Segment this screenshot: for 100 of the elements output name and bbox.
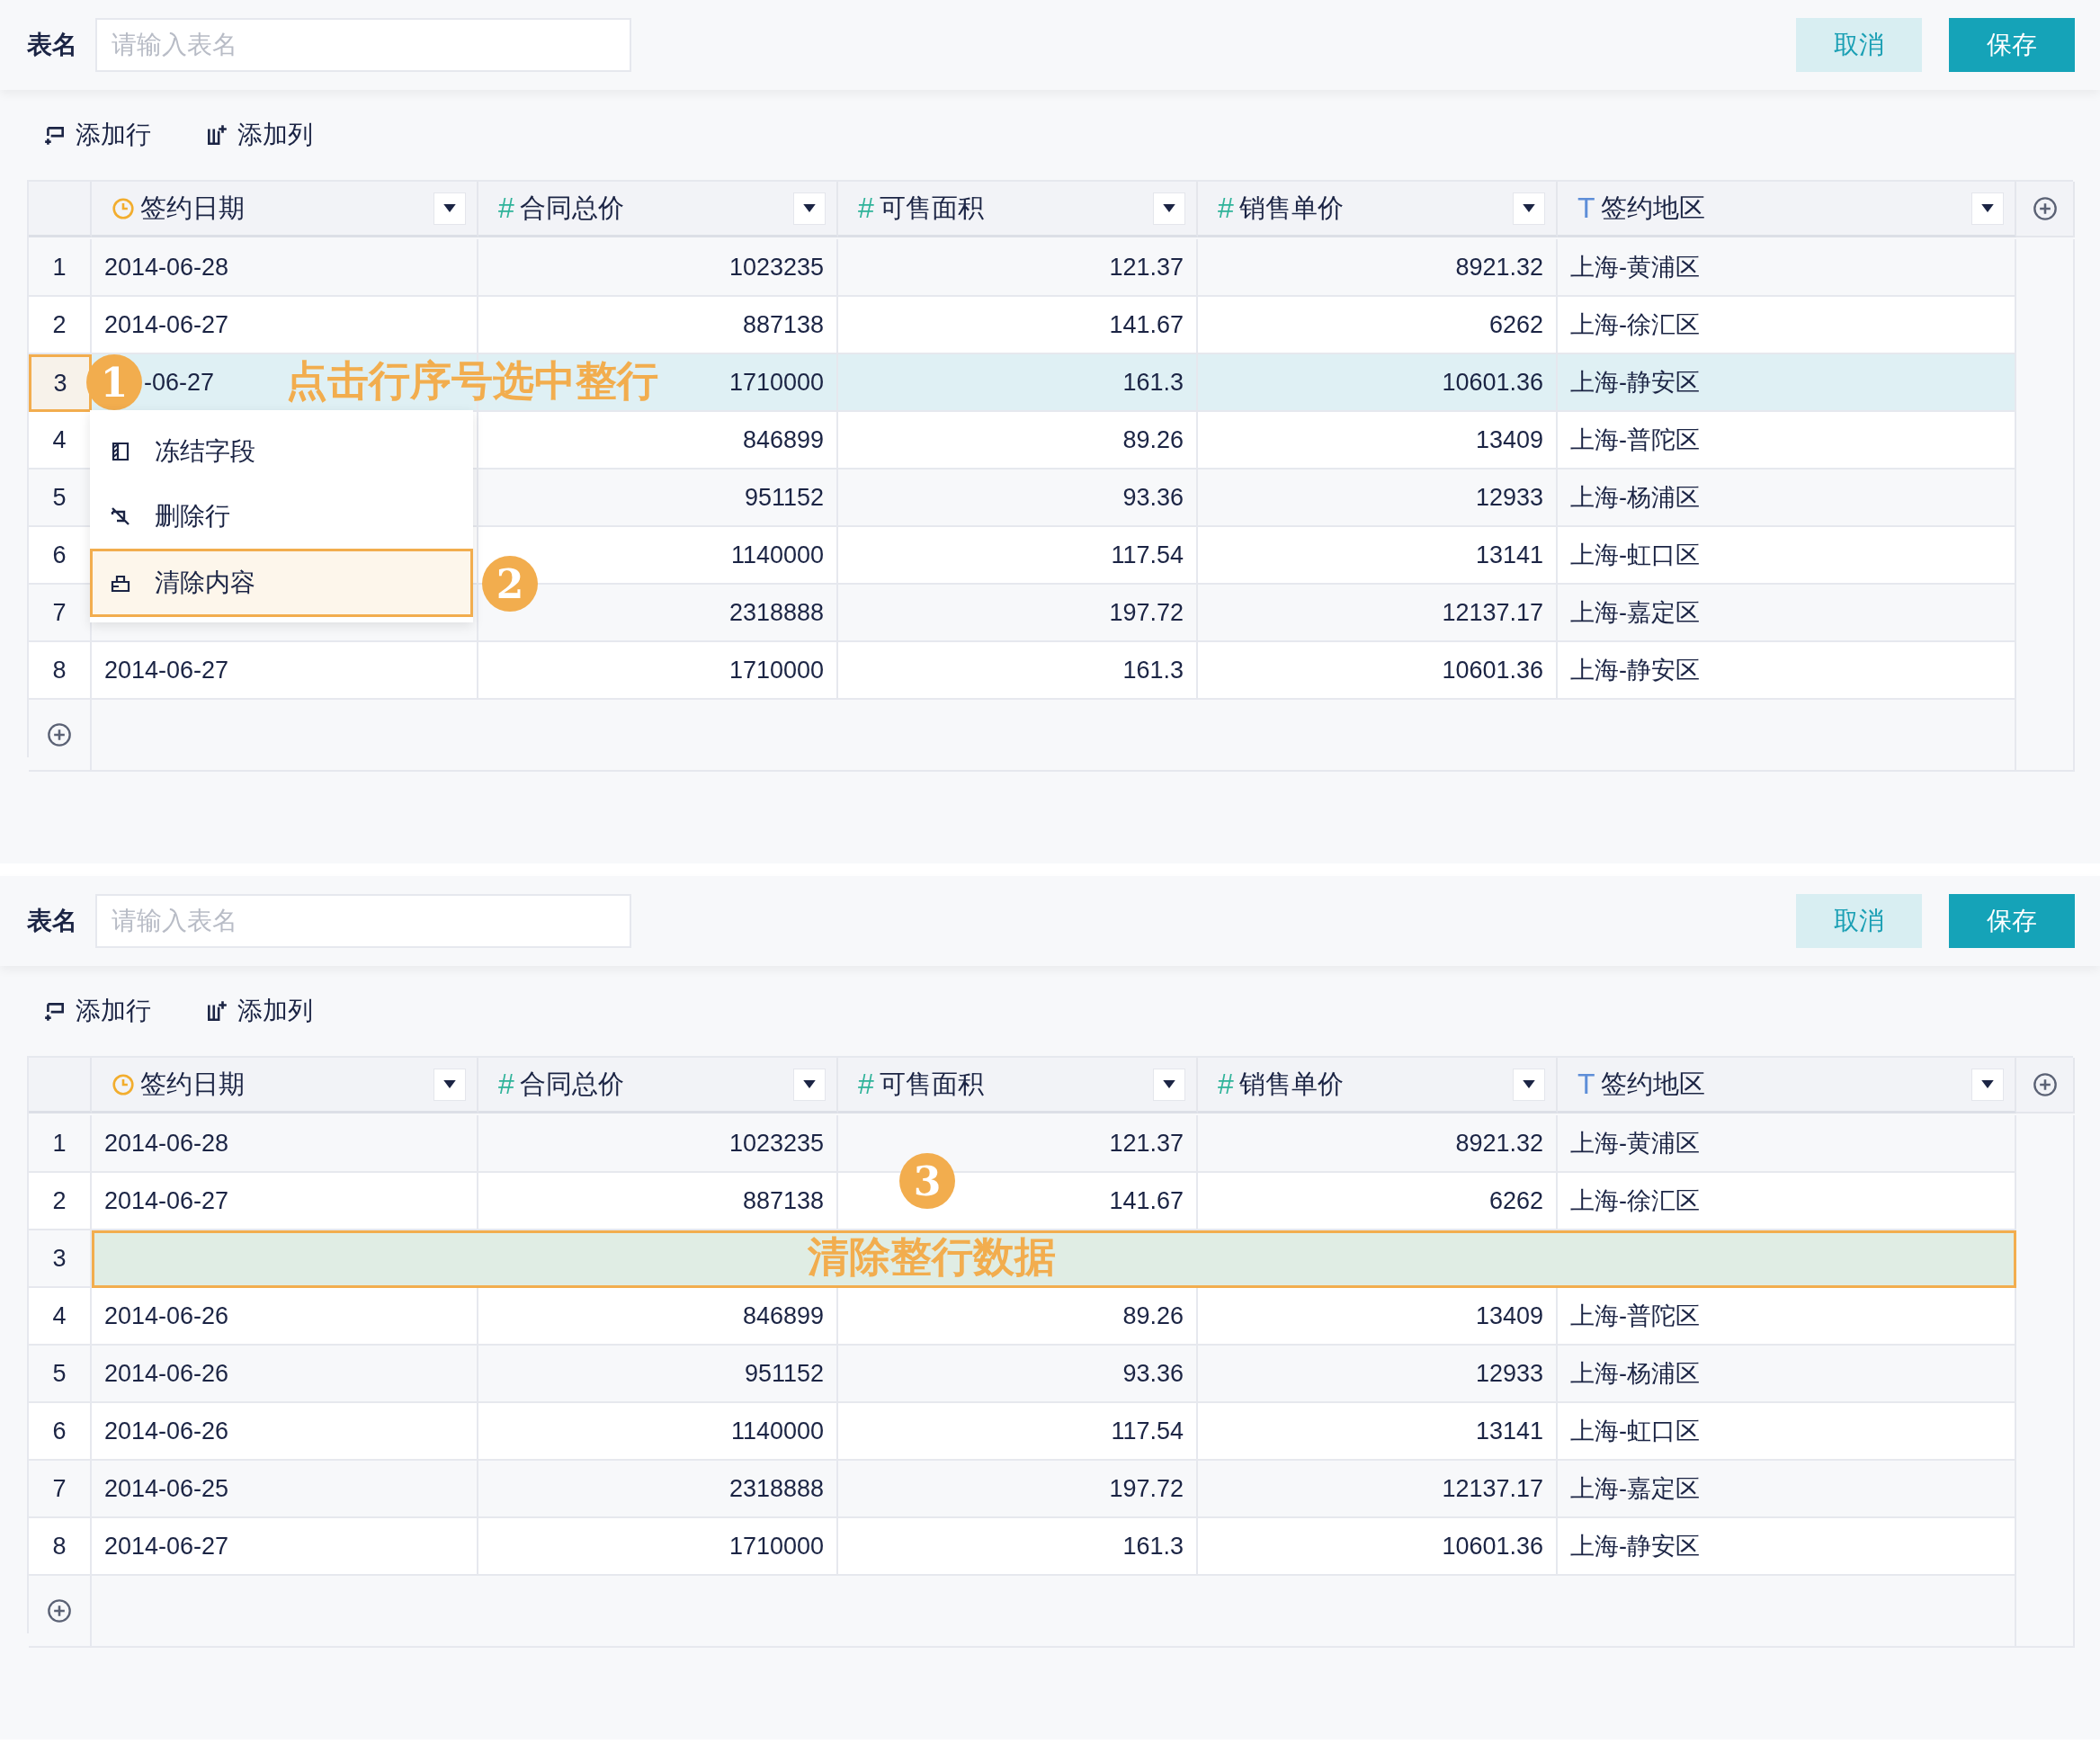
column-header[interactable]: # 销售单价 xyxy=(1198,182,1558,237)
table-cell: 1023235 xyxy=(478,1115,838,1173)
dropdown-button[interactable] xyxy=(1513,1068,1545,1101)
table-cell: 13141 xyxy=(1198,527,1558,585)
table-cell: 2014-06-26 xyxy=(92,1288,478,1346)
row-number[interactable]: 1 xyxy=(29,1115,92,1173)
table-cell: 161.3 xyxy=(838,354,1198,412)
row-number[interactable]: 2 xyxy=(29,1173,92,1230)
column-header[interactable]: T 签约地区 xyxy=(1558,182,2016,237)
plus-circle-icon xyxy=(2032,1072,2058,1097)
table-cell: 2014-06-27 xyxy=(92,1518,478,1576)
table-cell: 887138 xyxy=(478,297,838,354)
column-header[interactable]: # 合同总价 xyxy=(478,182,838,237)
table-cell: 上海-普陀区 xyxy=(1558,1288,2016,1346)
column-header[interactable]: # 可售面积 xyxy=(838,1058,1198,1113)
table-cell: 13409 xyxy=(1198,412,1558,470)
row-number[interactable]: 3 xyxy=(29,1230,92,1288)
type-icon: # xyxy=(1218,192,1234,225)
table-cell: 上海-普陀区 xyxy=(1558,412,2016,470)
type-icon: # xyxy=(1218,1068,1234,1101)
table-cell: 2014-06-26 xyxy=(92,1403,478,1461)
caret-icon xyxy=(1523,204,1535,212)
table-name-field[interactable]: 请输入表名 xyxy=(95,894,631,948)
row-number[interactable]: 8 xyxy=(29,642,92,700)
add-row-button[interactable]: 添加行 xyxy=(43,994,151,1028)
dropdown-button[interactable] xyxy=(1971,1068,2004,1101)
table-cell: 887138 xyxy=(478,1173,838,1230)
row-number[interactable]: 3 xyxy=(29,354,92,412)
column-title: 合同总价 xyxy=(519,1068,625,1100)
table-cell: 12933 xyxy=(1198,1346,1558,1403)
menu-item[interactable]: 清除内容 xyxy=(90,549,473,617)
column-header[interactable]: # 销售单价 xyxy=(1198,1058,1558,1113)
caret-icon xyxy=(1163,204,1175,212)
table-cell: 上海-静安区 xyxy=(1558,1518,2016,1576)
column-title: 签约日期 xyxy=(140,192,246,224)
caret-icon xyxy=(1981,204,1994,212)
column-header[interactable]: T 签约地区 xyxy=(1558,1058,2016,1113)
table-name-label: 表名 xyxy=(27,906,77,936)
row-number[interactable]: 2 xyxy=(29,297,92,354)
add-column-button[interactable]: 添加列 xyxy=(205,994,313,1028)
table-cell: 117.54 xyxy=(838,527,1198,585)
row-number[interactable]: 6 xyxy=(29,527,92,585)
table-cell: 上海-徐汇区 xyxy=(1558,1173,2016,1230)
table-cell: 上海-嘉定区 xyxy=(1558,585,2016,642)
type-icon: # xyxy=(498,1068,514,1101)
column-header[interactable]: # 合同总价 xyxy=(478,1058,838,1113)
dropdown-button[interactable] xyxy=(433,192,466,225)
plus-circle-icon xyxy=(2032,196,2058,221)
table-cell: 89.26 xyxy=(838,412,1198,470)
table-cell: 2014-06-25 xyxy=(92,1461,478,1518)
table-name-field[interactable]: 请输入表名 xyxy=(95,18,631,72)
menu-item[interactable]: 删除行 xyxy=(90,484,473,549)
column-header[interactable]: 签约日期 xyxy=(92,1058,478,1113)
dropdown-button[interactable] xyxy=(793,192,826,225)
table-cell: 2014-06-27 xyxy=(92,642,478,700)
row-number[interactable]: 5 xyxy=(29,1346,92,1403)
table-cell: 10601.36 xyxy=(1198,642,1558,700)
table-cell: 197.72 xyxy=(838,1461,1198,1518)
add-column-button[interactable] xyxy=(2016,1058,2075,1113)
table-cell: 上海-虹口区 xyxy=(1558,1403,2016,1461)
table-cell: 上海-静安区 xyxy=(1558,642,2016,700)
dropdown-button[interactable] xyxy=(1971,192,2004,225)
row-number[interactable]: 6 xyxy=(29,1403,92,1461)
row-number[interactable]: 7 xyxy=(29,1461,92,1518)
clock-icon xyxy=(112,1072,135,1096)
caret-icon xyxy=(1981,1080,1994,1088)
caret-icon xyxy=(1523,1080,1535,1088)
table-cell: 上海-虹口区 xyxy=(1558,527,2016,585)
type-icon: # xyxy=(498,192,514,225)
row-number[interactable]: 4 xyxy=(29,1288,92,1346)
table-cell: 93.36 xyxy=(838,470,1198,527)
column-title: 合同总价 xyxy=(519,192,625,224)
column-title: 可售面积 xyxy=(879,1068,985,1100)
table-cell: 2014-06-27 xyxy=(92,297,478,354)
add-column-button[interactable] xyxy=(2016,182,2075,237)
menu-item[interactable]: 冻结字段 xyxy=(90,419,473,484)
add-row-button[interactable]: 添加行 xyxy=(43,118,151,152)
row-number[interactable]: 1 xyxy=(29,239,92,297)
table-cell: 6262 xyxy=(1198,297,1558,354)
row-number[interactable]: 8 xyxy=(29,1518,92,1576)
dropdown-button[interactable] xyxy=(793,1068,826,1101)
dropdown-button[interactable] xyxy=(1513,192,1545,225)
dropdown-button[interactable] xyxy=(1153,1068,1185,1101)
row-number[interactable]: 4 xyxy=(29,412,92,470)
table-cell: 2318888 xyxy=(478,1461,838,1518)
table-cell: 上海-黄浦区 xyxy=(1558,1115,2016,1173)
clock-icon xyxy=(112,196,135,220)
table-cell: 951152 xyxy=(478,1346,838,1403)
column-header[interactable]: # 可售面积 xyxy=(838,182,1198,237)
annotation-text: 点击行序号选中整行 xyxy=(286,356,658,406)
column-header[interactable]: 签约日期 xyxy=(92,182,478,237)
add-column-button[interactable]: 添加列 xyxy=(205,118,313,152)
step-marker: 1 xyxy=(86,354,142,410)
table-cell: 93.36 xyxy=(838,1346,1198,1403)
table-cell: 2014-06-28 xyxy=(92,239,478,297)
dropdown-button[interactable] xyxy=(1153,192,1185,225)
caret-icon xyxy=(803,1080,816,1088)
column-title: 销售单价 xyxy=(1238,1068,1345,1100)
freeze-icon xyxy=(110,441,131,462)
dropdown-button[interactable] xyxy=(433,1068,466,1101)
